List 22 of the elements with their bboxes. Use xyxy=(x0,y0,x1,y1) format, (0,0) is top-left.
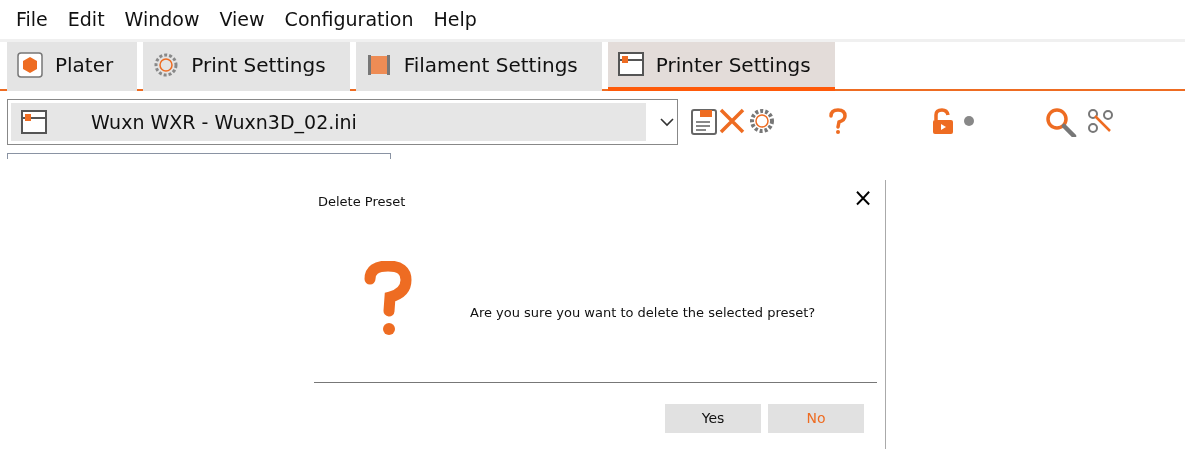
dialog-button[interactable]: Yes xyxy=(665,404,761,433)
window-icon xyxy=(21,110,47,134)
menu-item[interactable]: Configuration xyxy=(274,5,424,34)
menu-item[interactable]: View xyxy=(209,5,275,34)
menu-item[interactable]: File xyxy=(6,5,58,34)
dialog-message: Are you sure you want to delete the selected preset? xyxy=(470,304,816,322)
tab[interactable]: Filament Settings xyxy=(355,42,602,91)
printer-window-icon xyxy=(617,51,644,78)
gear-icon xyxy=(153,51,180,78)
search-icon[interactable] xyxy=(1044,107,1078,137)
close-button[interactable]: × xyxy=(850,186,875,210)
preset-dropdown[interactable]: Wuxn WXR - Wuxn3D_02.ini xyxy=(7,99,678,145)
menu-item[interactable]: Window xyxy=(114,5,210,34)
save-icon[interactable] xyxy=(690,107,718,137)
tab[interactable]: Printer Settings xyxy=(607,42,835,91)
chevron-down-icon xyxy=(660,117,674,127)
tab[interactable]: Print Settings xyxy=(143,42,350,91)
menu-item[interactable]: Edit xyxy=(57,5,115,34)
tab[interactable]: Plater xyxy=(7,42,138,91)
preset-name: Wuxn WXR - Wuxn3D_02.ini xyxy=(91,109,357,136)
dialog-title: Delete Preset xyxy=(318,193,406,211)
menu-item[interactable]: Help xyxy=(423,5,487,34)
